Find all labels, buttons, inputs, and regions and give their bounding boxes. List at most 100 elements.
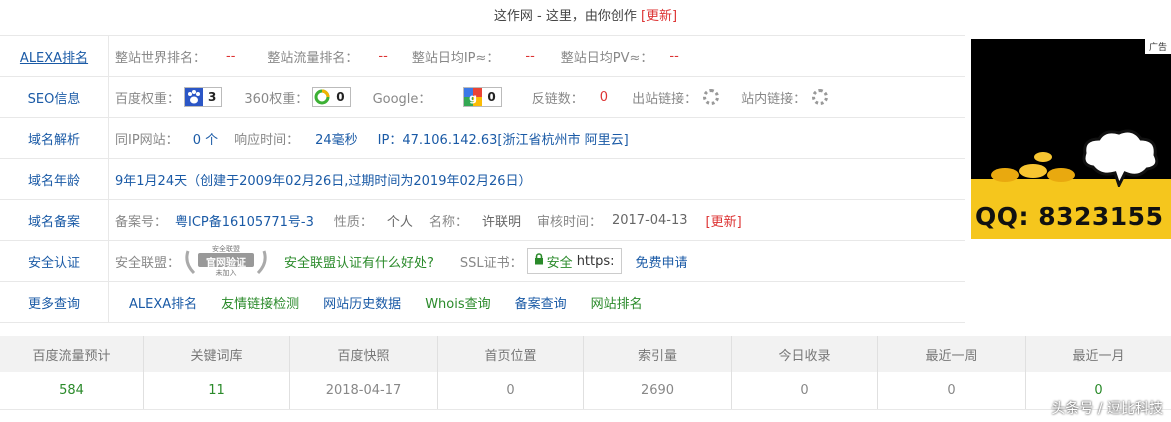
security-label: 安全认证 [0, 241, 109, 281]
security-union-label: 安全联盟： [115, 255, 181, 271]
loading-spinner-icon [812, 89, 829, 105]
google-label: Google： [372, 91, 432, 107]
stats-value-today: 0 [732, 372, 878, 409]
domain-age-value: 9年1月24天（创建于2009年02月26日,过期时间为2019年02月26日） [115, 173, 532, 189]
more-link-alexa[interactable]: ALEXA排名 [129, 293, 197, 312]
stats-header: 索引量 [584, 336, 732, 372]
seal-main-text: 官网验证 [206, 258, 247, 269]
icp-date-label: 审核时间： [536, 214, 602, 230]
stats-header: 百度快照 [290, 336, 438, 372]
response-time-value: 24毫秒 [315, 132, 358, 148]
stats-value-homepage-position: 0 [438, 372, 584, 409]
same-ip-label: 同IP网站： [115, 132, 179, 148]
domain-age-label: 域名年龄 [0, 159, 109, 199]
traffic-rank-value: -- [378, 48, 388, 64]
row-more-queries: 更多查询 ALEXA排名 友情链接检测 网站历史数据 Whois查询 备案查询 … [0, 282, 965, 323]
360-logo-icon [313, 88, 332, 106]
ad-qq-text: QQ: 8323155 [975, 202, 1164, 231]
ssl-status-badge[interactable]: 安全 https: [526, 248, 622, 274]
stats-value-week: 0 [878, 372, 1026, 409]
ssl-https-text: https: [576, 253, 615, 269]
weight-360-badge[interactable]: 0 [312, 87, 351, 107]
icp-update-link[interactable]: [更新] [706, 211, 742, 230]
more-link-history[interactable]: 网站历史数据 [323, 293, 401, 312]
site-info-table: ALEXA排名 整站世界排名： -- 整站流量排名： -- 整站日均IP≈： -… [0, 35, 965, 323]
ad-tag: 广告 [1144, 39, 1171, 54]
free-apply-link[interactable]: 免费申请 [636, 252, 688, 271]
ad-banner[interactable]: 广告 QQ: 8323155 [971, 39, 1171, 239]
icp-nature-value: 个人 [386, 214, 413, 230]
update-link[interactable]: [更新] [641, 9, 677, 24]
stats-header: 关键词库 [144, 336, 290, 372]
traffic-stats-table: 百度流量预计 关键词库 百度快照 首页位置 索引量 今日收录 最近一周 最近一月… [0, 336, 1171, 410]
loading-spinner-icon [703, 89, 720, 105]
stats-header: 最近一周 [878, 336, 1026, 372]
row-dns: 域名解析 同IP网站： 0 个 响应时间： 24毫秒 IP：47.106.142… [0, 118, 965, 159]
more-link-icp[interactable]: 备案查询 [515, 293, 567, 312]
stats-value-traffic: 584 [0, 372, 144, 409]
more-link-whois[interactable]: Whois查询 [425, 293, 490, 312]
seal-bottom-text: 未加入 [215, 269, 237, 277]
dns-label: 域名解析 [0, 118, 109, 158]
stats-header: 今日收录 [732, 336, 878, 372]
backlinks-label: 反链数： [531, 91, 584, 107]
more-link-rank[interactable]: 网站排名 [591, 293, 643, 312]
more-queries-label: 更多查询 [0, 282, 109, 322]
row-domain-age: 域名年龄 9年1月24天（创建于2009年02月26日,过期时间为2019年02… [0, 159, 965, 200]
icp-name-label: 名称： [428, 214, 468, 230]
icp-name-value: 许联明 [481, 214, 521, 230]
svg-text:g: g [469, 92, 477, 105]
daily-pv-value: -- [669, 48, 679, 64]
row-icp: 域名备案 备案号： 粤ICP备16105771号-3 性质： 个人 名称： 许联… [0, 200, 965, 241]
world-rank-label: 整站世界排名： [115, 50, 207, 66]
stats-header: 首页位置 [438, 336, 584, 372]
seal-top-text: 安全联盟 [212, 245, 241, 253]
row-security: 安全认证 安全联盟： 安全联盟 官网验证 未加入 安全联盟认证有什么好处? SS… [0, 241, 965, 282]
stats-value-keywords[interactable]: 11 [144, 372, 290, 409]
alexa-rank-link[interactable]: ALEXA排名 [0, 36, 109, 76]
page-title: 这作网 - 这里，由你创作 [更新] [0, 0, 1171, 34]
world-rank-value: -- [226, 48, 236, 64]
cloud-icon [1082, 129, 1159, 187]
more-link-friendlinks[interactable]: 友情链接检测 [221, 293, 299, 312]
google-badge[interactable]: g 0 [463, 87, 502, 107]
icp-no-value[interactable]: 粤ICP备16105771号-3 [175, 211, 314, 230]
google-value: 0 [482, 88, 501, 106]
daily-pv-label: 整站日均PV≈： [560, 50, 654, 66]
baidu-weight-label: 百度权重： [115, 91, 181, 107]
baidu-paw-icon [185, 88, 204, 106]
weight-360-value: 0 [331, 88, 350, 106]
baidu-weight-badge[interactable]: 3 [184, 87, 223, 107]
seo-info-label: SEO信息 [0, 77, 109, 117]
daily-ip-value: -- [525, 48, 535, 64]
internal-links-label: 站内链接： [741, 91, 807, 107]
google-logo-icon: g [464, 88, 483, 106]
ssl-label: SSL证书： [459, 255, 523, 271]
row-alexa: ALEXA排名 整站世界排名： -- 整站流量排名： -- 整站日均IP≈： -… [0, 36, 965, 77]
icp-no-label: 备案号： [115, 214, 168, 230]
traffic-rank-label: 整站流量排名： [267, 50, 359, 66]
verification-seal-icon[interactable]: 安全联盟 官网验证 未加入 [184, 243, 268, 279]
response-time-label: 响应时间： [234, 132, 300, 148]
icp-label: 域名备案 [0, 200, 109, 240]
stats-header-row: 百度流量预计 关键词库 百度快照 首页位置 索引量 今日收录 最近一周 最近一月 [0, 336, 1171, 372]
row-seo: SEO信息 百度权重： 3 360权重： 0 Google： g 0 反链数： … [0, 77, 965, 118]
same-ip-value[interactable]: 0 个 [193, 129, 218, 148]
daily-ip-label: 整站日均IP≈： [411, 50, 500, 66]
stats-value-index: 2690 [584, 372, 732, 409]
weight-360-label: 360权重： [244, 91, 309, 107]
watermark: 头条号 / 逗比科技 [1051, 401, 1163, 417]
site-title: 这作网 - 这里，由你创作 [493, 9, 637, 24]
stats-header: 百度流量预计 [0, 336, 144, 372]
stats-value-snapshot: 2018-04-17 [290, 372, 438, 409]
stats-value-row: 584 11 2018-04-17 0 2690 0 0 0 [0, 372, 1171, 410]
baidu-weight-value: 3 [203, 88, 222, 106]
icp-date-value: 2017-04-13 [611, 212, 688, 228]
ssl-safe-text: 安全 [546, 255, 573, 271]
ip-location-link[interactable]: IP：47.106.142.63[浙江省杭州市 阿里云] [378, 129, 629, 148]
outbound-links-label: 出站链接： [632, 91, 698, 107]
stats-header: 最近一月 [1072, 348, 1125, 364]
backlinks-value[interactable]: 0 [600, 90, 608, 105]
lock-icon [534, 253, 544, 269]
security-union-benefits-link[interactable]: 安全联盟认证有什么好处? [284, 252, 434, 271]
